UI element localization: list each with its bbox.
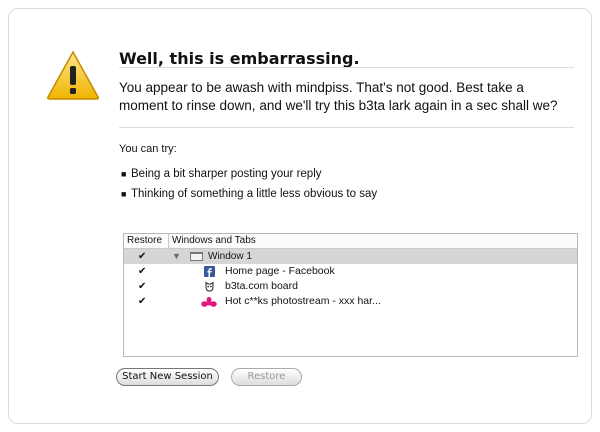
column-separator [168, 234, 169, 248]
facebook-icon [204, 266, 215, 277]
window-label: Window 1 [208, 251, 252, 262]
suggestion-text: Being a bit sharper posting your reply [131, 168, 322, 180]
error-title: Well, this is embarrassing. [119, 49, 360, 68]
warning-icon [47, 50, 99, 100]
tree-row-tab[interactable]: ✔ b3ta.com board [124, 279, 577, 294]
suggestion-list: ■ Being a bit sharper posting your reply … [121, 165, 377, 205]
restore-checkbox[interactable]: ✔ [138, 294, 146, 309]
session-restore-panel: Well, this is embarrassing. You appear t… [8, 8, 592, 424]
tree-row-tab[interactable]: ✔ Hot c**ks photostream - xxx har... [124, 294, 577, 309]
flickr-icon [201, 297, 217, 307]
column-header-restore[interactable]: Restore [127, 234, 162, 247]
restore-button[interactable]: Restore [231, 368, 302, 386]
tree-header: Restore Windows and Tabs [124, 234, 577, 249]
tab-label: b3ta.com board [225, 280, 298, 292]
b3ta-icon [205, 281, 214, 292]
tree-row-window[interactable]: ✔ ▼ Window 1 [124, 249, 577, 264]
disclosure-arrow-icon[interactable]: ▼ [172, 249, 181, 264]
suggestion-text: Thinking of something a little less obvi… [131, 188, 378, 200]
start-new-session-button[interactable]: Start New Session [116, 368, 219, 386]
tab-label: Hot c**ks photostream - xxx har... [225, 295, 381, 307]
windows-tabs-tree[interactable]: Restore Windows and Tabs ✔ ▼ Window 1 ✔ … [123, 233, 578, 357]
bullet-icon: ■ [121, 189, 127, 199]
tab-label: Home page - Facebook [225, 265, 335, 277]
divider [119, 127, 574, 128]
restore-checkbox[interactable]: ✔ [138, 279, 146, 294]
restore-checkbox[interactable]: ✔ [138, 249, 146, 264]
suggestion-item: ■ Being a bit sharper posting your reply [121, 165, 377, 185]
suggestion-item: ■ Thinking of something a little less obv… [121, 185, 377, 205]
try-label: You can try: [119, 143, 177, 155]
column-header-windows[interactable]: Windows and Tabs [172, 234, 256, 247]
restore-checkbox[interactable]: ✔ [138, 264, 146, 279]
divider [119, 67, 574, 68]
bullet-icon: ■ [121, 169, 127, 179]
tree-row-tab[interactable]: ✔ Home page - Facebook [124, 264, 577, 279]
error-message: You appear to be awash with mindpiss. Th… [119, 80, 558, 113]
window-icon [190, 252, 203, 261]
